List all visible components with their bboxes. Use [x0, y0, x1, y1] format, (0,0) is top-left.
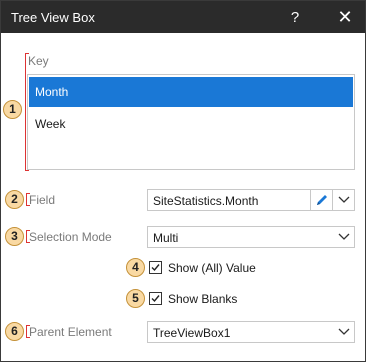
checkmark-icon: [151, 295, 160, 303]
callout-badge-2: 2: [5, 190, 24, 209]
chevron-down-icon: [338, 196, 350, 203]
field-dropdown-button[interactable]: [332, 190, 355, 210]
field-label: Field: [29, 193, 56, 207]
selection-mode-bracket: [26, 230, 30, 243]
chevron-down-icon: [338, 328, 350, 335]
show-all-checkbox[interactable]: [149, 261, 162, 274]
chevron-down-icon: [338, 233, 350, 240]
pencil-icon: [317, 195, 327, 205]
field-bracket: [26, 193, 30, 206]
selection-mode-value: Multi: [153, 231, 179, 245]
title-bar: Tree View Box ? ✕: [1, 1, 365, 33]
field-value: SiteStatistics.Month: [153, 194, 259, 208]
show-blanks-label[interactable]: Show Blanks: [168, 292, 237, 306]
window-title: Tree View Box: [11, 10, 95, 25]
field-input[interactable]: SiteStatistics.Month: [147, 189, 355, 211]
parent-element-bracket: [26, 325, 30, 338]
key-bracket: [25, 53, 29, 171]
key-listbox[interactable]: Month Week: [27, 74, 355, 170]
list-item-week[interactable]: Week: [29, 109, 353, 139]
callout-badge-1: 1: [3, 100, 22, 119]
tree-view-box-dialog: Tree View Box ? ✕ Key Month Week 1 2 Fie…: [0, 0, 366, 362]
callout-badge-6: 6: [5, 322, 24, 341]
parent-element-value: TreeViewBox1: [153, 326, 231, 340]
parent-element-select[interactable]: TreeViewBox1: [147, 321, 355, 343]
close-button[interactable]: ✕: [325, 1, 365, 33]
callout-badge-3: 3: [5, 227, 24, 246]
checkmark-icon: [151, 264, 160, 272]
callout-badge-4: 4: [126, 258, 145, 277]
selection-mode-select[interactable]: Multi: [147, 226, 355, 248]
list-item-month[interactable]: Month: [29, 77, 353, 107]
parent-element-label: Parent Element: [29, 325, 112, 339]
help-button[interactable]: ?: [275, 1, 315, 33]
edit-field-button[interactable]: [310, 190, 333, 210]
show-blanks-checkbox[interactable]: [149, 292, 162, 305]
show-all-label[interactable]: Show (All) Value: [168, 261, 256, 275]
key-label: Key: [28, 54, 49, 68]
selection-mode-label: Selection Mode: [29, 230, 112, 244]
callout-badge-5: 5: [126, 289, 145, 308]
